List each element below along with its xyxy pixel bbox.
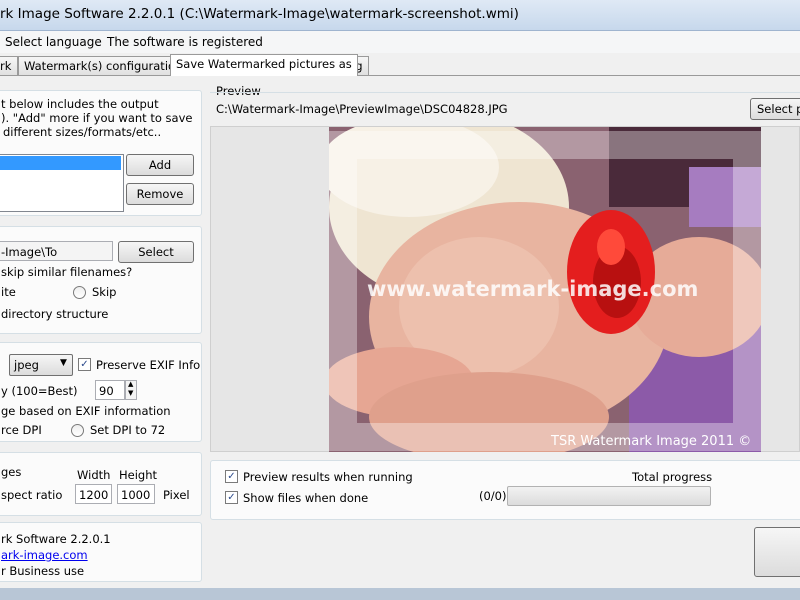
total-progress-label: Total progress <box>632 470 713 484</box>
select-preview-button[interactable]: Select pr <box>750 98 800 120</box>
format-group: jpeg ▼ ✓ Preserve EXIF Info y (100=Best)… <box>0 342 202 442</box>
tab-save-watermarked[interactable]: Save Watermarked pictures as <box>170 54 358 76</box>
outputs-group: t below includes the output ). "Add" mor… <box>0 90 202 216</box>
window-title: rk Image Software 2.2.0.1 (C:\Watermark-… <box>0 6 519 22</box>
remove-button[interactable]: Remove <box>126 183 194 205</box>
about-license: r Business use <box>1 564 85 578</box>
height-label: Height <box>119 468 158 482</box>
force-dpi-label[interactable]: rce DPI <box>1 423 42 437</box>
menu-bar: Select language The software is register… <box>0 31 800 53</box>
menu-select-language[interactable]: Select language <box>5 35 102 49</box>
add-button[interactable]: Add <box>126 154 194 176</box>
format-select-value: jpeg <box>14 358 39 372</box>
about-version: rk Software 2.2.0.1 <box>1 532 111 546</box>
resize-title: ges <box>1 465 22 479</box>
outputs-description-1: t below includes the output <box>1 97 159 111</box>
aspect-ratio-label[interactable]: spect ratio <box>1 488 62 502</box>
menu-registered[interactable]: The software is registered <box>107 35 263 49</box>
destination-group: -Image\To Select skip similar filenames?… <box>0 226 202 334</box>
skip-label: Skip <box>92 285 117 299</box>
skip-radio[interactable] <box>73 286 86 299</box>
width-input[interactable]: 1200 <box>75 484 112 504</box>
preview-divider <box>210 92 800 93</box>
set-dpi-label: Set DPI to 72 <box>90 423 166 437</box>
watermark-text: www.watermark-image.com <box>367 277 699 301</box>
tab-strip: rk Watermark(s) configuration Save Water… <box>0 54 800 76</box>
select-destination-button[interactable]: Select <box>118 241 194 263</box>
destination-path-field[interactable]: -Image\To <box>0 241 113 261</box>
preserve-exif-label: Preserve EXIF Info <box>96 358 201 372</box>
format-select[interactable]: jpeg ▼ <box>9 354 73 376</box>
chevron-down-icon: ▼ <box>60 358 67 368</box>
quality-label: y (100=Best) <box>1 384 78 398</box>
stepper-up-icon[interactable]: ▲ <box>128 380 133 388</box>
preview-results-checkbox[interactable]: ✓ <box>225 470 238 483</box>
overwrite-label[interactable]: ite <box>1 285 16 299</box>
show-files-checkbox[interactable]: ✓ <box>225 491 238 504</box>
about-group: rk Software 2.2.0.1 ark-image.com r Busi… <box>0 522 202 582</box>
preview-area: www.watermark-image.com TSR Watermark Im… <box>210 126 800 452</box>
preview-results-label: Preview results when running <box>243 470 413 484</box>
height-input[interactable]: 1000 <box>117 484 155 504</box>
outputs-description-3: different sizes/formats/etc.. <box>3 125 162 139</box>
progress-group: ✓ Preview results when running ✓ Show fi… <box>210 460 800 520</box>
unit-label: Pixel <box>163 488 190 502</box>
tab-watermark-configuration[interactable]: Watermark(s) configuration <box>18 56 189 75</box>
directory-structure-label[interactable]: directory structure <box>1 307 108 321</box>
rotate-exif-label[interactable]: ge based on EXIF information <box>1 404 171 418</box>
total-progress-bar <box>507 486 711 506</box>
skip-similar-question: skip similar filenames? <box>1 265 133 279</box>
preserve-exif-checkbox[interactable]: ✓ <box>78 358 91 371</box>
resize-group: ges Width Height spect ratio 1200 1000 P… <box>0 452 202 516</box>
copyright-text: TSR Watermark Image 2011 © <box>551 434 752 449</box>
status-bar <box>0 588 800 600</box>
show-files-label: Show files when done <box>243 491 369 505</box>
website-link[interactable]: ark-image.com <box>1 548 88 562</box>
start-button[interactable] <box>754 527 800 577</box>
quality-input[interactable]: 90 <box>95 380 125 400</box>
title-bar: rk Image Software 2.2.0.1 (C:\Watermark-… <box>0 0 800 31</box>
preview-label: Preview <box>216 84 261 98</box>
outputs-list[interactable] <box>0 154 124 212</box>
preview-image: www.watermark-image.com TSR Watermark Im… <box>329 127 761 452</box>
preview-path: C:\Watermark-Image\PreviewImage\DSC04828… <box>216 102 508 116</box>
outputs-description-2: ). "Add" more if you want to save <box>1 111 193 125</box>
tab-watermark[interactable]: rk <box>0 56 18 75</box>
progress-count: (0/0) <box>479 489 507 503</box>
outputs-list-selected-item[interactable] <box>0 156 121 170</box>
width-label: Width <box>77 468 111 482</box>
quality-stepper[interactable]: ▲ ▼ <box>125 380 137 400</box>
stepper-down-icon[interactable]: ▼ <box>128 389 133 397</box>
set-dpi-radio[interactable] <box>71 424 84 437</box>
